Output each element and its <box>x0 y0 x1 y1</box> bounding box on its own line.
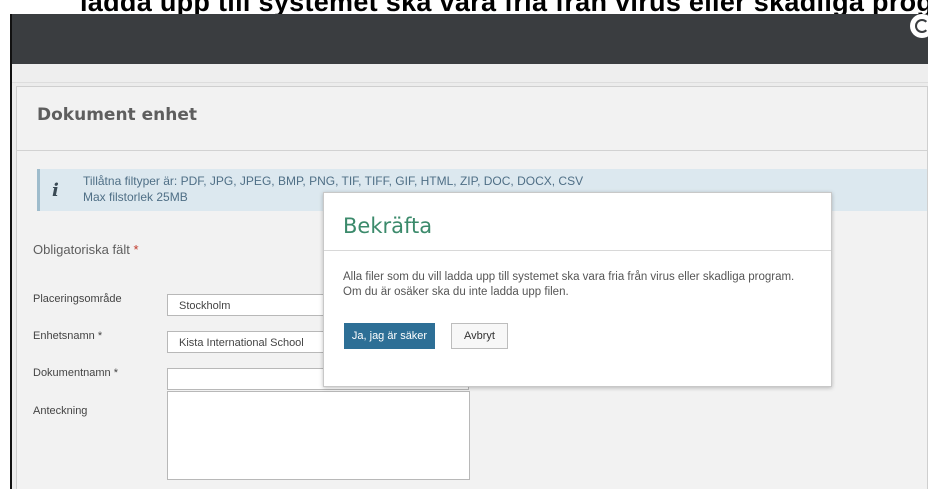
required-fields-label: Obligatoriska fält * <box>33 242 139 257</box>
sub-navbar <box>12 64 928 83</box>
confirm-dialog: Bekräfta Alla filer som du vill ladda up… <box>323 192 832 387</box>
anteckning-label: Anteckning <box>33 405 88 417</box>
dokument-label: Dokumentnamn * <box>33 367 118 379</box>
help-icon[interactable] <box>910 14 928 38</box>
anteckning-textarea[interactable] <box>167 391 470 480</box>
dialog-divider <box>324 250 831 251</box>
top-navbar <box>12 14 928 64</box>
confirm-button[interactable]: Ja, jag är säker <box>344 323 435 349</box>
caption-text: ladda upp till systemet ska vara fria fr… <box>80 0 928 14</box>
title-divider <box>17 150 927 151</box>
max-filesize-text: Max filstorlek 25MB <box>83 190 188 204</box>
placering-label: Placeringsområde <box>33 293 122 305</box>
dialog-title: Bekräfta <box>343 214 433 238</box>
cancel-button[interactable]: Avbryt <box>451 323 508 349</box>
dialog-message: Alla filer som du vill ladda upp till sy… <box>343 271 795 298</box>
page-title: Dokument enhet <box>37 105 197 125</box>
required-star: * <box>133 242 139 257</box>
enhet-label: Enhetsnamn * <box>33 330 103 342</box>
info-icon: i <box>52 180 59 201</box>
caption-banner: ladda upp till systemet ska vara fria fr… <box>0 0 928 14</box>
allowed-filetypes-text: Tillåtna filtyper är: PDF, JPG, JPEG, BM… <box>83 174 584 188</box>
